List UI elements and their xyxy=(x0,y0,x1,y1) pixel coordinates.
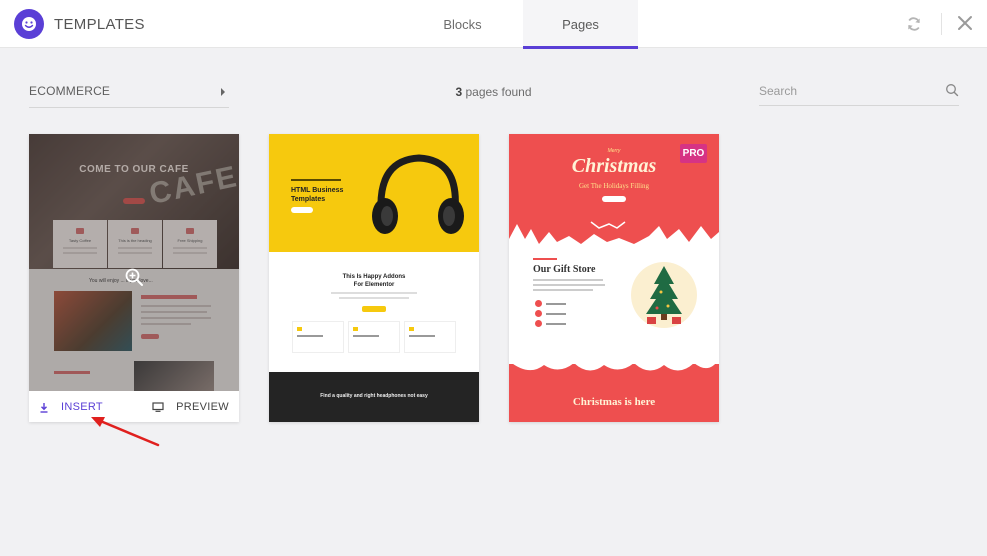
feature-icon xyxy=(353,327,358,331)
thumb-hero-title: HTML Business Templates xyxy=(291,186,343,204)
template-card-headphones[interactable]: HTML Business Templates This Is Happy Ad… xyxy=(269,134,479,422)
feature-icon xyxy=(409,327,414,331)
hover-overlay xyxy=(29,134,239,391)
thumb-store-title: Our Gift Store xyxy=(533,264,596,275)
template-card-christmas[interactable]: Merry Christmas Get The Holidays Filling… xyxy=(509,134,719,422)
thumb-footer-text: Find a quality and right headphones not … xyxy=(320,393,428,399)
thumb-text-line xyxy=(546,323,566,325)
thumb-mid-title: This Is Happy Addons For Elementor xyxy=(269,273,479,289)
tab-blocks[interactable]: Blocks xyxy=(405,0,520,48)
thumb-button xyxy=(362,306,386,312)
thumb-text-line xyxy=(533,284,605,286)
thumb-feature-label xyxy=(353,335,379,337)
header-divider xyxy=(941,13,942,35)
happy-face-icon xyxy=(22,17,36,31)
thumb-text-line xyxy=(339,297,409,299)
christmas-tree-illustration xyxy=(631,262,697,328)
thumb-text-line xyxy=(533,258,557,260)
thumb-hero: HTML Business Templates xyxy=(269,134,479,252)
bullet-icon xyxy=(535,320,542,327)
annotation-arrow-icon xyxy=(91,417,160,447)
thumb-hero-title-line: Templates xyxy=(291,196,326,203)
thumb-text-line xyxy=(546,313,566,315)
close-icon[interactable] xyxy=(956,14,974,32)
feature-icon xyxy=(297,327,302,331)
thumb-footer: Find a quality and right headphones not … xyxy=(269,372,479,422)
thumb-footer-title: Christmas is here xyxy=(572,396,656,408)
snow-wave-icon xyxy=(509,347,719,371)
category-select[interactable]: ECOMMERCE xyxy=(29,80,229,108)
bullet-icon xyxy=(535,310,542,317)
thumb-text-line xyxy=(533,279,603,281)
thumb-mid-title-line: For Elementor xyxy=(353,282,395,288)
thumb-hero-button xyxy=(602,196,626,202)
thumb-hero-button xyxy=(291,207,313,213)
thumb-mid-title-line: This Is Happy Addons xyxy=(342,274,406,280)
found-text: pages found xyxy=(462,85,532,99)
thumb-feature-label xyxy=(297,335,323,337)
thumb-text-line xyxy=(291,179,341,181)
thumb-feature-label xyxy=(409,335,435,337)
template-card-cafe[interactable]: CAFE COME TO OUR CAFE Tasty Coffee This … xyxy=(29,134,239,422)
search-icon[interactable] xyxy=(945,83,959,97)
app-logo xyxy=(14,9,44,39)
thumb-feature xyxy=(292,321,344,353)
thumb-text-line xyxy=(533,289,593,291)
category-label: ECOMMERCE xyxy=(29,84,111,98)
top-bar: TEMPLATES Blocks Pages xyxy=(0,0,987,49)
bullet-icon xyxy=(535,300,542,307)
thumb-feature xyxy=(404,321,456,353)
preview-label: PREVIEW xyxy=(176,401,229,413)
template-thumbnail[interactable]: CAFE COME TO OUR CAFE Tasty Coffee This … xyxy=(29,134,239,391)
template-thumbnail[interactable]: Merry Christmas Get The Holidays Filling… xyxy=(509,134,719,422)
zoom-in-icon[interactable] xyxy=(124,267,144,287)
thumb-text-line xyxy=(546,303,566,305)
sync-icon[interactable] xyxy=(905,15,923,33)
thumb-hero-subtitle: Get The Holidays Filling xyxy=(578,182,650,190)
search-input[interactable] xyxy=(759,80,939,102)
preview-button[interactable]: PREVIEW xyxy=(152,399,229,415)
thumb-content: This Is Happy Addons For Elementor xyxy=(269,252,479,372)
tab-pages[interactable]: Pages xyxy=(523,0,638,49)
pro-badge: PRO xyxy=(680,144,707,163)
thumb-text-line xyxy=(331,292,417,294)
pages-found-count: 3 pages found xyxy=(400,85,587,99)
christmas-tree-icon xyxy=(646,266,682,324)
thumb-hero-title-line: HTML Business xyxy=(291,187,344,194)
search-box xyxy=(759,80,959,106)
monitor-icon xyxy=(152,402,164,412)
download-icon xyxy=(40,402,48,413)
app-title: TEMPLATES xyxy=(54,16,145,33)
headphones-icon xyxy=(372,154,464,234)
caret-right-icon xyxy=(221,88,225,96)
thumb-feature xyxy=(348,321,400,353)
